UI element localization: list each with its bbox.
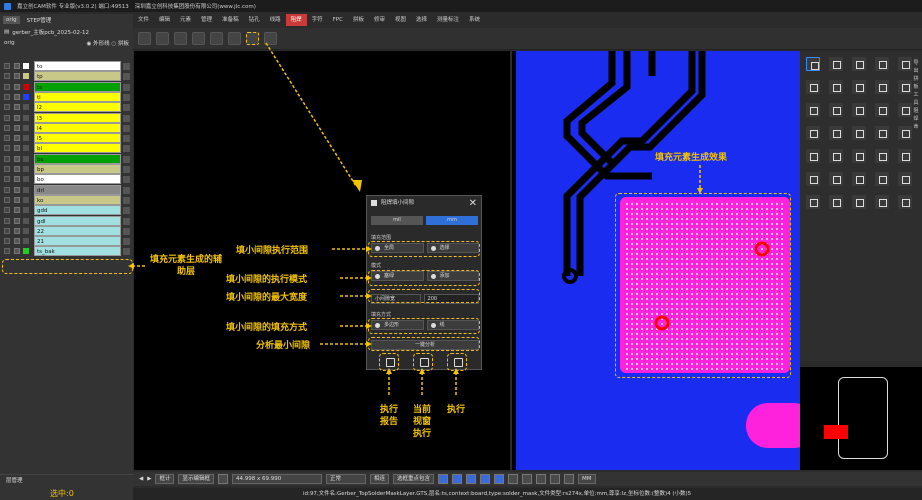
view-tool-7[interactable] (522, 474, 533, 484)
app-window: 嘉立创CAM软件 专业版(v3.0.2) 端口:49513 深圳嘉立创科技集团股… (0, 0, 922, 500)
bottom-toolbar: ◀ ▶ 框计 显示编辑框 44.998 x 69.990 正常 相连 选框重点包… (133, 472, 922, 486)
snap-icon[interactable] (218, 474, 228, 484)
prev-icon[interactable]: ◀ (139, 476, 143, 482)
normal-select[interactable]: 正常 (326, 474, 366, 484)
exec-annotation: 执行 (446, 405, 465, 415)
unit-select[interactable]: MM (578, 474, 596, 484)
view-tool-10[interactable] (564, 474, 575, 484)
view-tool-2[interactable] (452, 474, 463, 484)
analyze-annotation: 分析最小间隙 (256, 341, 311, 351)
width-annotation: 填小间隙的最大宽度 (226, 293, 308, 303)
view-tool-1[interactable] (438, 474, 449, 484)
view-tool-9[interactable] (550, 474, 561, 484)
mode-annotation: 填小间隙的执行模式 (226, 275, 308, 285)
view-annotation: 当前视窗执行 (412, 405, 431, 439)
report-annotation: 执行报告 (379, 405, 398, 427)
aux-annotation: 填充元素生成的辅助层 (149, 255, 222, 277)
view-tool-6[interactable] (508, 474, 519, 484)
status-bar: id:97,文件名:Gerber_TopSolderMaskLayer.GTS,… (133, 488, 922, 500)
box-select-toggle[interactable]: 选框重点包含 (393, 474, 435, 484)
method-annotation: 填小间隙的填充方式 (226, 323, 308, 333)
next-icon[interactable]: ▶ (147, 476, 151, 482)
coordinate-field[interactable]: 44.998 x 69.990 (232, 474, 322, 484)
mode-select[interactable]: 框计 (155, 474, 175, 484)
annotation-arrows (128, 42, 703, 395)
display-edit-box-button[interactable]: 显示编辑框 (178, 474, 214, 484)
effect-annotation: 填充元素生成效果 (655, 153, 728, 163)
range-annotation: 填小间隙执行范围 (236, 246, 309, 256)
view-tool-5[interactable] (494, 474, 505, 484)
view-tool-4[interactable] (480, 474, 491, 484)
view-tool-3[interactable] (466, 474, 477, 484)
connect-toggle[interactable]: 相连 (370, 474, 390, 484)
view-tool-8[interactable] (536, 474, 547, 484)
